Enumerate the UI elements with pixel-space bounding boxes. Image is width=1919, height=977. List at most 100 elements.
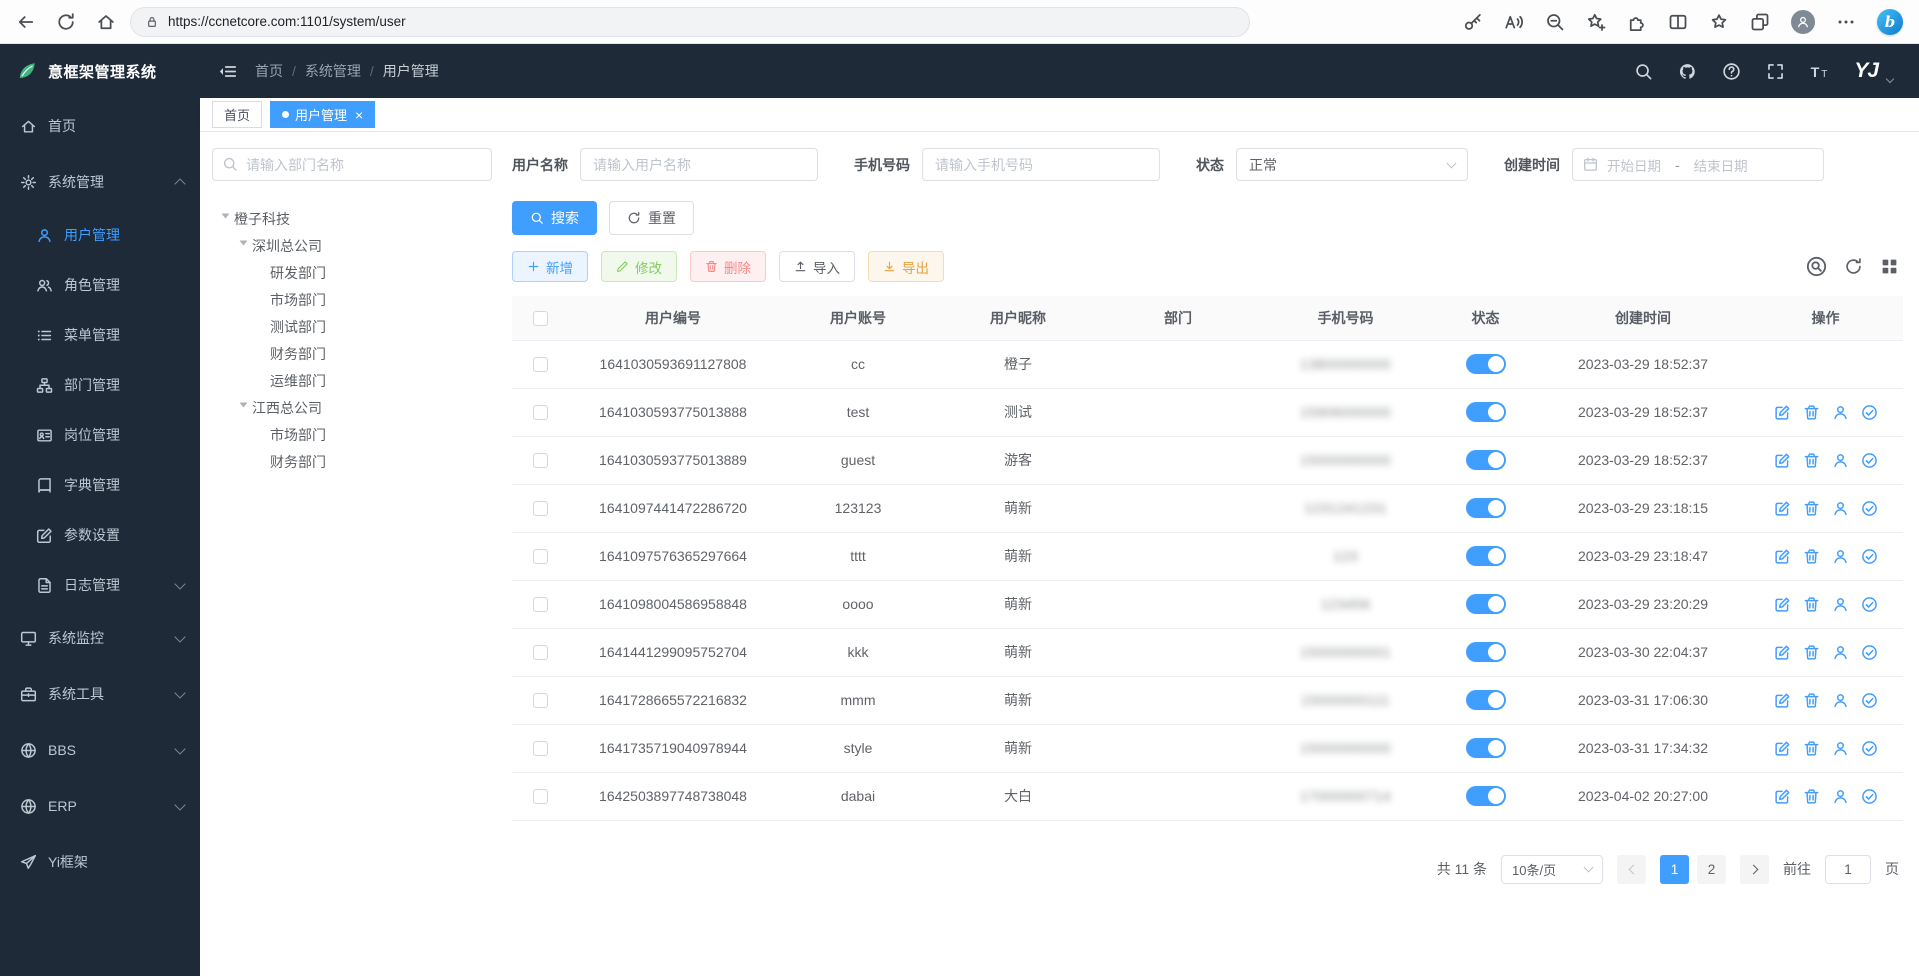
status-select[interactable]: 正常	[1236, 148, 1468, 181]
sidebar-item-menu-management[interactable]: 菜单管理	[0, 310, 200, 360]
delete-icon[interactable]	[1803, 548, 1820, 565]
delete-icon[interactable]	[1803, 500, 1820, 517]
page-1-button[interactable]: 1	[1660, 855, 1689, 884]
puzzle-icon[interactable]	[1627, 12, 1647, 32]
sidebar-item-dept-management[interactable]: 部门管理	[0, 360, 200, 410]
date-range-picker[interactable]: 开始日期 - 结束日期	[1572, 148, 1824, 181]
goto-page-input[interactable]	[1825, 855, 1871, 884]
reset-password-icon[interactable]	[1832, 596, 1849, 613]
export-button[interactable]: 导出	[868, 251, 944, 282]
status-toggle[interactable]	[1466, 738, 1506, 758]
assign-role-icon[interactable]	[1861, 404, 1878, 421]
home-icon[interactable]	[96, 12, 116, 32]
edit-icon[interactable]	[1774, 500, 1791, 517]
search-icon[interactable]	[1634, 62, 1653, 81]
assign-role-icon[interactable]	[1861, 644, 1878, 661]
reset-button[interactable]: 重置	[609, 201, 694, 235]
profile-avatar[interactable]	[1791, 10, 1815, 34]
reset-password-icon[interactable]	[1832, 740, 1849, 757]
edit-icon[interactable]	[1774, 548, 1791, 565]
status-toggle[interactable]	[1466, 498, 1506, 518]
status-toggle[interactable]	[1466, 450, 1506, 470]
assign-role-icon[interactable]	[1861, 548, 1878, 565]
search-button[interactable]: 搜索	[512, 201, 597, 235]
row-checkbox[interactable]	[533, 453, 548, 468]
status-toggle[interactable]	[1466, 594, 1506, 614]
page-2-button[interactable]: 2	[1697, 855, 1726, 884]
key-icon[interactable]	[1463, 12, 1483, 32]
delete-icon[interactable]	[1803, 596, 1820, 613]
tree-node[interactable]: 深圳总公司	[212, 232, 502, 259]
split-screen-icon[interactable]	[1668, 12, 1688, 32]
status-toggle[interactable]	[1466, 546, 1506, 566]
select-all-checkbox[interactable]	[512, 296, 568, 340]
tab-user-management[interactable]: 用户管理×	[270, 101, 375, 128]
edit-icon[interactable]	[1774, 596, 1791, 613]
delete-icon[interactable]	[1803, 788, 1820, 805]
caret-icon[interactable]	[234, 242, 252, 250]
collections-icon[interactable]	[1750, 12, 1770, 32]
prev-page-button[interactable]	[1617, 855, 1646, 884]
edit-icon[interactable]	[1774, 788, 1791, 805]
sidebar-item-erp[interactable]: ERP	[0, 778, 200, 834]
sidebar-collapse-icon[interactable]	[218, 62, 237, 81]
star-plus-icon[interactable]	[1586, 12, 1606, 32]
close-icon[interactable]: ×	[355, 108, 363, 122]
read-aloud-icon[interactable]	[1504, 12, 1524, 32]
reset-password-icon[interactable]	[1832, 404, 1849, 421]
sidebar-item-dict-management[interactable]: 字典管理	[0, 460, 200, 510]
back-icon[interactable]	[16, 12, 36, 32]
sidebar-item-system-tools[interactable]: 系统工具	[0, 666, 200, 722]
favorites-bar-icon[interactable]	[1709, 12, 1729, 32]
edit-icon[interactable]	[1774, 644, 1791, 661]
tree-node[interactable]: 财务部门	[212, 340, 502, 367]
tree-node[interactable]: 市场部门	[212, 421, 502, 448]
delete-button[interactable]: 删除	[690, 251, 766, 282]
row-checkbox[interactable]	[533, 501, 548, 516]
status-toggle[interactable]	[1466, 642, 1506, 662]
next-page-button[interactable]	[1740, 855, 1769, 884]
assign-role-icon[interactable]	[1861, 500, 1878, 517]
row-checkbox[interactable]	[533, 597, 548, 612]
github-icon[interactable]	[1678, 62, 1697, 81]
breadcrumb-item[interactable]: 用户管理	[383, 61, 439, 81]
caret-icon[interactable]	[234, 404, 252, 412]
assign-role-icon[interactable]	[1861, 452, 1878, 469]
dept-search-input[interactable]	[212, 148, 492, 181]
sidebar-item-system-monitor[interactable]: 系统监控	[0, 610, 200, 666]
tree-node[interactable]: 橙子科技	[212, 205, 502, 232]
delete-icon[interactable]	[1803, 452, 1820, 469]
address-bar[interactable]: https://ccnetcore.com:1101/system/user	[130, 7, 1250, 37]
edit-button[interactable]: 修改	[601, 251, 677, 282]
sidebar-item-bbs[interactable]: BBS	[0, 722, 200, 778]
refresh-icon[interactable]	[1844, 257, 1863, 276]
edit-icon[interactable]	[1774, 692, 1791, 709]
reset-password-icon[interactable]	[1832, 644, 1849, 661]
tab-home[interactable]: 首页	[212, 101, 262, 128]
status-toggle[interactable]	[1466, 354, 1506, 374]
question-icon[interactable]	[1722, 62, 1741, 81]
assign-role-icon[interactable]	[1861, 788, 1878, 805]
breadcrumb-item[interactable]: 系统管理	[305, 61, 361, 81]
username-input[interactable]	[580, 148, 818, 181]
row-checkbox[interactable]	[533, 549, 548, 564]
row-checkbox[interactable]	[533, 405, 548, 420]
grid-icon[interactable]	[1880, 257, 1899, 276]
reset-password-icon[interactable]	[1832, 500, 1849, 517]
assign-role-icon[interactable]	[1861, 740, 1878, 757]
sidebar-item-log-management[interactable]: 日志管理	[0, 560, 200, 610]
breadcrumb-item[interactable]: 首页	[255, 61, 283, 81]
reset-password-icon[interactable]	[1832, 788, 1849, 805]
sidebar-item-system-management[interactable]: 系统管理	[0, 154, 200, 210]
refresh-icon[interactable]	[56, 12, 76, 32]
zoom-out-icon[interactable]	[1545, 12, 1565, 32]
row-checkbox[interactable]	[533, 357, 548, 372]
search-circle-icon[interactable]	[1806, 256, 1827, 277]
status-toggle[interactable]	[1466, 402, 1506, 422]
page-size-select[interactable]: 10条/页	[1501, 855, 1603, 884]
reset-password-icon[interactable]	[1832, 452, 1849, 469]
edit-icon[interactable]	[1774, 452, 1791, 469]
reset-password-icon[interactable]	[1832, 692, 1849, 709]
tree-node[interactable]: 运维部门	[212, 367, 502, 394]
fullscreen-icon[interactable]	[1766, 62, 1785, 81]
